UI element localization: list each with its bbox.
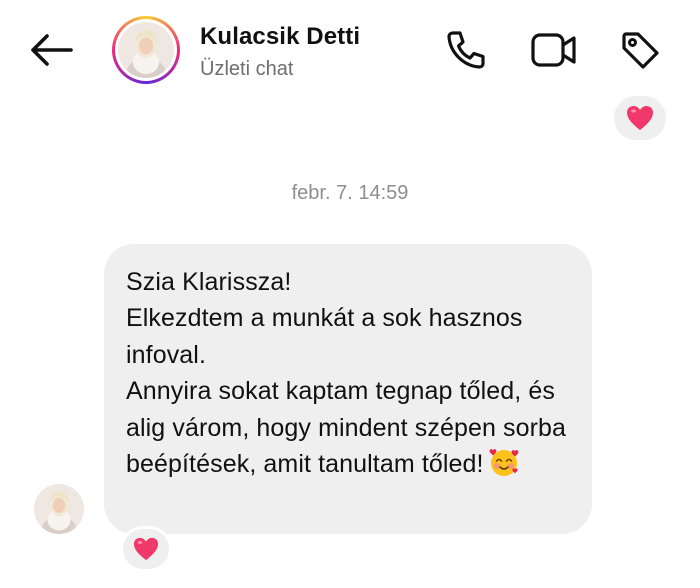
contact-name: Kulacsik Detti (200, 23, 361, 50)
avatar-frame (115, 19, 177, 81)
sender-avatar[interactable] (34, 484, 84, 534)
message-timestamp: febr. 7. 14:59 (291, 182, 409, 204)
video-call-button[interactable] (530, 28, 578, 72)
back-arrow-icon (31, 34, 73, 66)
sender-avatar-photo (34, 484, 84, 534)
chat-type-label: Üzleti chat (200, 58, 294, 80)
smiling-face-with-hearts-icon (488, 446, 520, 483)
heart-icon (627, 106, 653, 130)
avatar-photo (118, 22, 174, 78)
message-bubble[interactable]: Szia Klarissza! Elkezdtem a munkát a sok… (104, 244, 592, 534)
back-button[interactable] (26, 28, 76, 72)
tag-icon (622, 32, 659, 69)
contact-title[interactable]: Kulacsik Detti Üzleti chat (200, 22, 360, 83)
heart-icon (133, 537, 159, 561)
label-button[interactable] (616, 28, 664, 72)
contact-avatar[interactable] (112, 16, 180, 84)
video-camera-icon (531, 33, 576, 67)
reaction-badge[interactable] (614, 96, 666, 140)
voice-call-button[interactable] (442, 28, 490, 72)
chat-header: Kulacsik Detti Üzleti chat (0, 0, 700, 100)
message-reaction-badge[interactable] (120, 526, 172, 572)
phone-icon (447, 31, 485, 69)
